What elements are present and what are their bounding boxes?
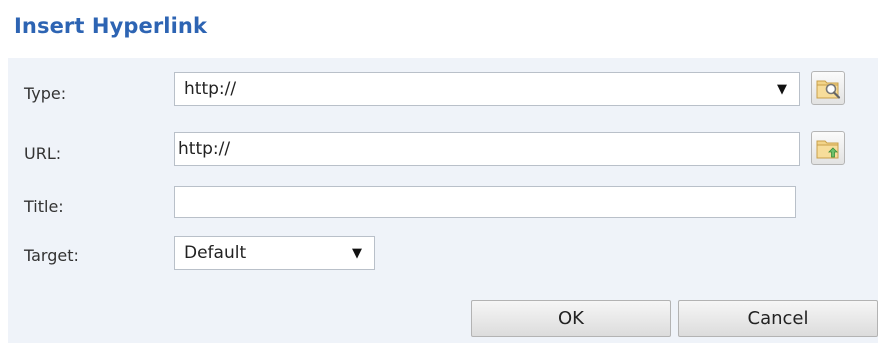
- target-select[interactable]: Default ▼: [174, 236, 375, 270]
- upload-folder-icon: [816, 140, 839, 159]
- upload-button[interactable]: [811, 131, 845, 165]
- type-select[interactable]: http:// ▼: [174, 72, 800, 106]
- dialog-body: Type: http:// ▼ URL: http:// Title: Targ…: [8, 58, 878, 343]
- type-select-value: http://: [184, 79, 237, 99]
- target-select-value: Default: [184, 243, 247, 263]
- target-label: Target:: [24, 246, 79, 265]
- insert-hyperlink-dialog: Insert Hyperlink Type: http:// ▼ URL: ht…: [0, 0, 878, 343]
- chevron-down-icon: ▼: [777, 81, 787, 97]
- title-label: Title:: [24, 197, 64, 216]
- url-label: URL:: [24, 144, 62, 163]
- browse-button[interactable]: [811, 71, 845, 105]
- type-label: Type:: [24, 84, 67, 103]
- url-input[interactable]: http://: [174, 132, 800, 166]
- ok-button[interactable]: OK: [471, 300, 671, 337]
- chevron-down-icon: ▼: [352, 245, 362, 261]
- browse-folder-icon: [816, 80, 841, 99]
- cancel-button[interactable]: Cancel: [678, 300, 878, 337]
- dialog-title: Insert Hyperlink: [14, 14, 208, 38]
- title-input[interactable]: [174, 186, 796, 218]
- url-input-value: http://: [178, 139, 231, 159]
